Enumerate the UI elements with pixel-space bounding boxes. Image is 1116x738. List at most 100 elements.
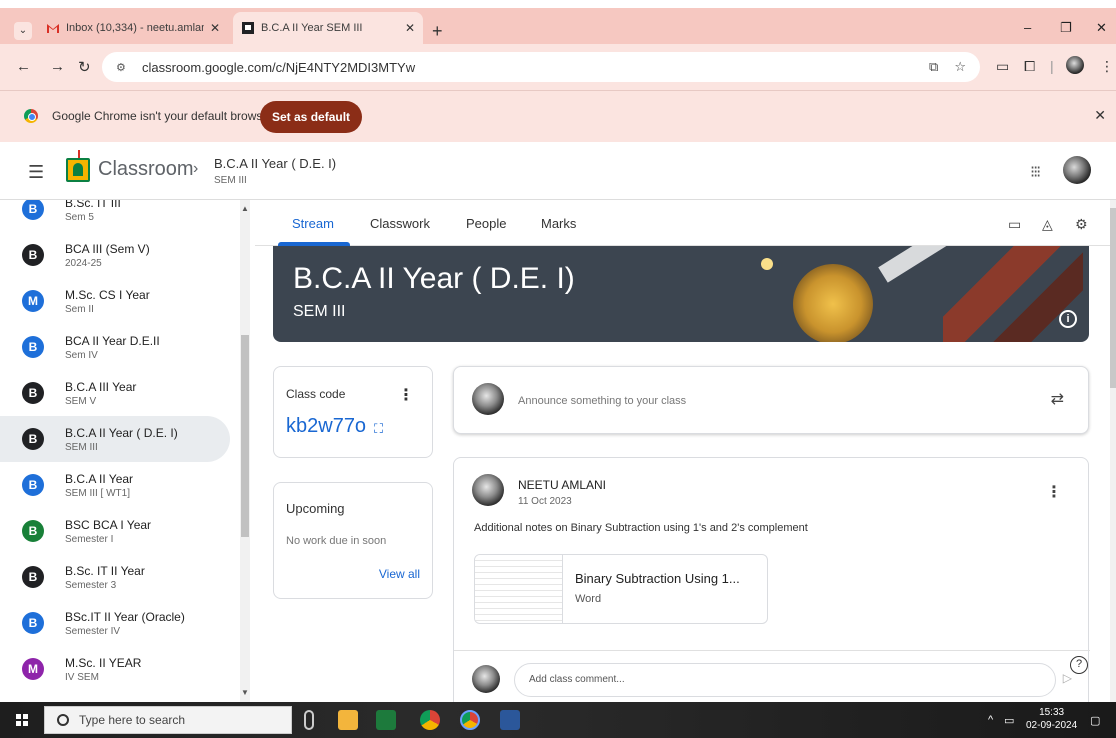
sidebar-scrollbar[interactable]: ▲ ▼: [240, 200, 250, 702]
account-avatar[interactable]: [1063, 156, 1091, 184]
sidebar-class-item[interactable]: B BCA II Year D.E.II Sem IV: [0, 324, 230, 370]
chrome-menu-icon[interactable]: ⋮: [1100, 58, 1114, 75]
class-subtitle: SEM V: [65, 395, 97, 407]
sidebar-class-item[interactable]: BBSC IT: [0, 692, 230, 702]
scroll-up-arrow-icon[interactable]: ▲: [241, 204, 249, 213]
class-sidebar: BBSC IT M M.Sc. II YEARIV SEM B BSc.IT II Ye…: [0, 200, 255, 702]
class-title: BSc.IT II Year (Oracle): [65, 609, 185, 624]
tab-people[interactable]: People: [466, 216, 506, 231]
class-text: M.Sc. CS I Year Sem II: [65, 288, 150, 315]
set-as-default-button[interactable]: Set as default: [260, 101, 363, 133]
forward-arrow-icon[interactable]: →: [50, 58, 65, 75]
sidebar-class-item[interactable]: B B.C.A III Year SEM V: [0, 370, 230, 416]
microphone-icon[interactable]: [304, 710, 314, 730]
tab-search-dropdown[interactable]: ⌄: [14, 22, 32, 40]
upcoming-title: Upcoming: [286, 501, 345, 516]
classroom-logo-icon[interactable]: [66, 150, 90, 182]
system-clock[interactable]: 15:33 02-09-2024: [1026, 706, 1077, 732]
breadcrumb-chevron-icon: ›: [193, 160, 199, 177]
sidebar-class-item[interactable]: B BSC BCA I Year Semester I: [0, 508, 230, 554]
tab-marks[interactable]: Marks: [541, 216, 576, 231]
network-icon[interactable]: ▭: [1004, 714, 1014, 727]
word-icon[interactable]: [500, 710, 520, 730]
notification-icon[interactable]: ▢: [1090, 714, 1100, 727]
sidebar-class-item[interactable]: B B.C.A II Year SEM III [ WT1]: [0, 462, 230, 508]
sidebar-class-item[interactable]: B B.Sc. IT III Sem 5: [0, 200, 230, 232]
class-title: BCA III (Sem V): [65, 241, 150, 256]
clock-date: 02-09-2024: [1026, 720, 1078, 731]
extensions-icon[interactable]: ⧠: [1024, 58, 1035, 75]
sidebar-scrollbar-thumb[interactable]: [241, 335, 249, 537]
info-icon[interactable]: i: [1059, 310, 1077, 328]
tab-gmail[interactable]: Inbox (10,334) - neetu.amlani@ ✕: [38, 12, 228, 44]
attachment-card[interactable]: Binary Subtraction Using 1... Word: [474, 554, 768, 624]
user-avatar: [472, 665, 500, 693]
scroll-down-arrow-icon[interactable]: ▼: [241, 688, 249, 697]
more-vert-icon[interactable]: ⋮: [398, 385, 414, 405]
install-app-icon[interactable]: ⧉: [929, 59, 938, 75]
class-code-value: kb2w77o: [286, 415, 367, 437]
tab-close-icon[interactable]: ✕: [405, 21, 415, 35]
announce-box[interactable]: Announce something to your class ⇄: [453, 366, 1089, 434]
main-menu-icon[interactable]: ☰: [28, 162, 44, 183]
fullscreen-icon[interactable]: ⛶: [374, 421, 383, 437]
chrome-taskbar-icon[interactable]: [420, 710, 440, 730]
minimize-button[interactable]: –: [1024, 20, 1031, 35]
help-icon[interactable]: ?: [1070, 656, 1088, 674]
upcoming-empty-text: No work due in soon: [286, 535, 387, 547]
infobar-close-icon[interactable]: ✕: [1094, 107, 1106, 124]
sidebar-class-item[interactable]: B BCA III (Sem V) 2024-25: [0, 232, 230, 278]
class-title: M.Sc. CS I Year: [65, 287, 150, 302]
new-tab-button[interactable]: +: [432, 22, 443, 40]
send-icon[interactable]: ▷: [1063, 671, 1072, 685]
taskbar-search[interactable]: Type here to search: [44, 706, 292, 734]
author-avatar: [472, 474, 504, 506]
file-explorer-icon[interactable]: [338, 710, 358, 730]
calendar-icon[interactable]: ▭: [1008, 216, 1021, 233]
repost-icon[interactable]: ⇄: [1051, 389, 1064, 409]
sidebar-class-item[interactable]: M M.Sc. II YEAR IV SEM: [0, 646, 230, 692]
chrome-profile-taskbar-icon[interactable]: [460, 710, 480, 730]
classroom-brand[interactable]: Classroom: [98, 158, 194, 181]
main-scrollbar[interactable]: [1110, 200, 1116, 702]
tab-classroom[interactable]: B.C.A II Year SEM III ✕: [233, 12, 423, 44]
class-title: B.C.A II Year: [65, 471, 134, 486]
comment-section: Add class comment... ▷: [454, 650, 1090, 702]
cortana-icon: [57, 714, 69, 726]
settings-icon[interactable]: ⚙: [1075, 216, 1088, 233]
close-window-button[interactable]: ✕: [1096, 20, 1107, 36]
class-avatar: B: [22, 474, 44, 496]
sidebar-class-item[interactable]: B B.Sc. IT II Year Semester 3: [0, 554, 230, 600]
reload-icon[interactable]: ↻: [78, 58, 91, 76]
bookmark-star-icon[interactable]: ☆: [954, 59, 966, 75]
address-bar[interactable]: ⚙ classroom.google.com/c/NjE4NTY2MDI3MTY…: [102, 52, 980, 82]
excel-icon[interactable]: [376, 710, 396, 730]
class-avatar: B: [22, 244, 44, 266]
breadcrumb[interactable]: B.C.A II Year ( D.E. I) SEM III: [214, 156, 336, 186]
class-avatar: B: [22, 382, 44, 404]
profile-avatar[interactable]: [1066, 56, 1084, 74]
restore-button[interactable]: ❐: [1060, 20, 1072, 36]
sidebar-class-item[interactable]: M M.Sc. CS I Year Sem II: [0, 278, 230, 324]
main-scrollbar-thumb[interactable]: [1110, 208, 1116, 388]
tab-stream[interactable]: Stream: [292, 216, 334, 231]
windows-start-icon[interactable]: [16, 714, 28, 726]
tray-chevron-icon[interactable]: ^: [988, 714, 993, 726]
banner-subtitle: SEM III: [293, 303, 346, 320]
class-title: B.C.A III Year: [65, 379, 137, 394]
class-text: M.Sc. II YEAR IV SEM: [65, 656, 141, 683]
site-settings-icon[interactable]: ⚙: [116, 61, 134, 74]
reading-list-icon[interactable]: ▭: [996, 58, 1009, 75]
class-subtitle: 2024-25: [65, 257, 102, 269]
class-comment-input[interactable]: Add class comment...: [514, 663, 1056, 697]
banner-decoration: [761, 258, 773, 270]
view-all-link[interactable]: View all: [379, 567, 420, 581]
sidebar-class-item[interactable]: B B.C.A II Year ( D.E. I) SEM III: [0, 416, 230, 462]
tab-close-icon[interactable]: ✕: [210, 21, 220, 35]
apps-grid-icon[interactable]: ⁝⁝⁝: [1030, 162, 1041, 182]
more-vert-icon[interactable]: ⋮: [1046, 482, 1062, 502]
drive-icon[interactable]: ◬: [1042, 216, 1053, 233]
sidebar-class-item[interactable]: B BSc.IT II Year (Oracle) Semester IV: [0, 600, 230, 646]
back-arrow-icon[interactable]: ←: [16, 58, 31, 75]
tab-classwork[interactable]: Classwork: [370, 216, 430, 231]
